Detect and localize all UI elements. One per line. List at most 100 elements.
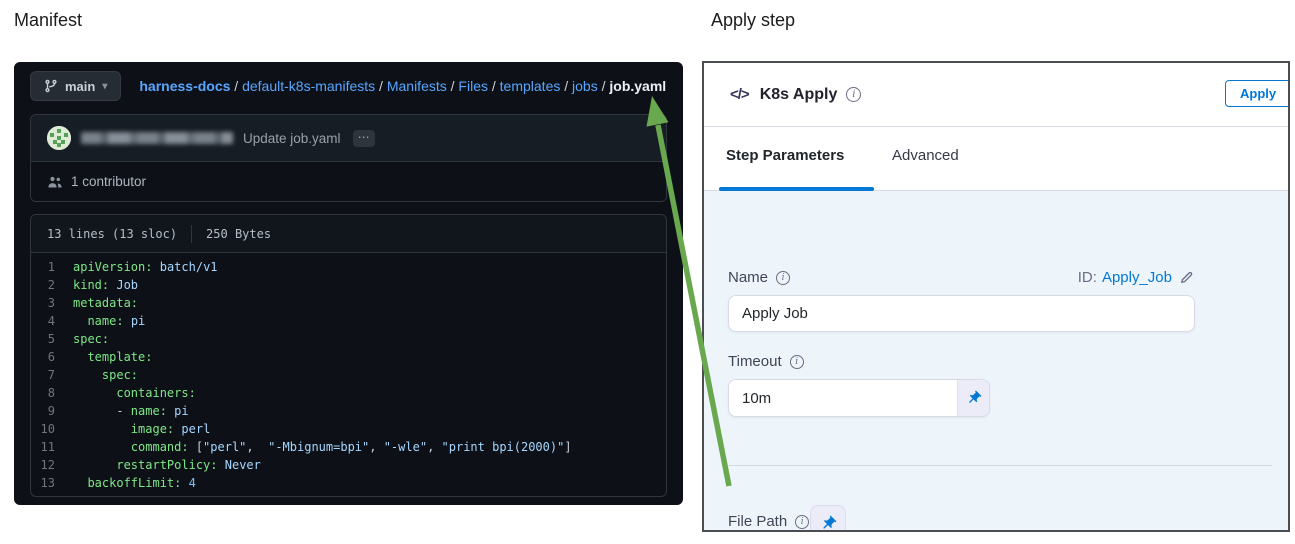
step-tabs: Step Parameters Advanced [704, 127, 1288, 191]
line-number[interactable]: 6 [31, 348, 73, 366]
line-content: apiVersion: batch/v1 [73, 258, 218, 276]
code-meta-bar: 13 lines (13 sloc) 250 Bytes [31, 215, 666, 253]
breadcrumb-current-file: job.yaml [609, 78, 666, 94]
line-content: template: [73, 348, 152, 366]
code-line: 3metadata: [31, 294, 666, 312]
line-content: containers: [73, 384, 196, 402]
code-line: 7 spec: [31, 366, 666, 384]
name-label: Name i [728, 269, 790, 286]
breadcrumb-separator: / [375, 78, 387, 94]
tab-step-parameters[interactable]: Step Parameters [726, 147, 844, 164]
avatar[interactable] [47, 126, 71, 150]
contributors-text[interactable]: 1 contributor [71, 174, 146, 189]
code-box: 13 lines (13 sloc) 250 Bytes 1apiVersion… [30, 214, 667, 497]
breadcrumb-link[interactable]: templates [500, 78, 561, 94]
breadcrumb: harness-docs / default-k8s-manifests / M… [139, 78, 666, 94]
timeout-input-wrap [728, 379, 990, 417]
timeout-pin-icon[interactable] [957, 380, 989, 416]
line-number[interactable]: 13 [31, 474, 73, 492]
apply-step-heading: Apply step [711, 10, 795, 31]
name-input[interactable] [728, 295, 1195, 332]
line-content: backoffLimit: 4 [73, 474, 196, 492]
section-divider [728, 465, 1272, 466]
line-number[interactable]: 3 [31, 294, 73, 312]
code-line: 10 image: perl [31, 420, 666, 438]
breadcrumb-separator: / [447, 78, 459, 94]
file-lines-meta: 13 lines (13 sloc) [47, 227, 177, 241]
line-content: image: perl [73, 420, 210, 438]
step-parameters-content: Name i ID: Apply_Job Timeout i [704, 191, 1288, 530]
k8s-apply-panel: </> K8s Apply i Apply Step Parameters Ad… [702, 61, 1290, 532]
line-number[interactable]: 2 [31, 276, 73, 294]
apply-button[interactable]: Apply [1225, 80, 1290, 107]
commit-message[interactable]: Update job.yaml [243, 131, 341, 146]
code-line: 1apiVersion: batch/v1 [31, 258, 666, 276]
code-line: 4 name: pi [31, 312, 666, 330]
commit-box: Update job.yaml ⋯ 1 contributor [30, 114, 667, 202]
git-branch-icon [44, 79, 58, 93]
line-content: kind: Job [73, 276, 138, 294]
line-content: spec: [73, 330, 109, 348]
breadcrumb-separator: / [560, 78, 572, 94]
code-line: 2kind: Job [31, 276, 666, 294]
info-icon[interactable]: i [776, 271, 790, 285]
code-line: 5spec: [31, 330, 666, 348]
line-content: - name: pi [73, 402, 189, 420]
code-line: 11 command: ["perl", "-Mbignum=bpi", "-w… [31, 438, 666, 456]
code-line: 13 backoffLimit: 4 [31, 474, 666, 492]
line-number[interactable]: 7 [31, 366, 73, 384]
breadcrumb-repo-link[interactable]: harness-docs [139, 78, 230, 94]
line-content: spec: [73, 366, 138, 384]
info-icon[interactable]: i [846, 87, 861, 102]
file-path-pin-button[interactable] [810, 505, 846, 532]
people-icon [47, 174, 63, 190]
breadcrumb-link[interactable]: Manifests [387, 78, 447, 94]
timeout-label: Timeout i [728, 353, 804, 370]
branch-name: main [65, 79, 95, 94]
chevron-down-icon: ▾ [102, 81, 107, 92]
tab-advanced[interactable]: Advanced [892, 147, 959, 164]
line-number[interactable]: 5 [31, 330, 73, 348]
line-number[interactable]: 12 [31, 456, 73, 474]
info-icon[interactable]: i [795, 515, 809, 529]
code-line: 12 restartPolicy: Never [31, 456, 666, 474]
line-number[interactable]: 10 [31, 420, 73, 438]
meta-divider [191, 225, 192, 243]
breadcrumb-separator: / [230, 78, 242, 94]
commit-ellipsis-button[interactable]: ⋯ [353, 130, 375, 147]
step-panel-header: </> K8s Apply i [704, 63, 1288, 126]
line-content: name: pi [73, 312, 145, 330]
code-line: 9 - name: pi [31, 402, 666, 420]
step-id-row: ID: Apply_Job [1078, 269, 1194, 286]
contributors-row: 1 contributor [31, 161, 666, 201]
line-number[interactable]: 1 [31, 258, 73, 276]
breadcrumb-separator: / [488, 78, 500, 94]
breadcrumb-separator: / [598, 78, 610, 94]
manifest-heading: Manifest [14, 10, 82, 31]
line-number[interactable]: 9 [31, 402, 73, 420]
file-size-meta: 250 Bytes [206, 227, 271, 241]
line-number[interactable]: 11 [31, 438, 73, 456]
code-lines: 1apiVersion: batch/v12kind: Job3metadata… [31, 253, 666, 492]
commit-header: Update job.yaml ⋯ [31, 115, 666, 161]
line-content: command: ["perl", "-Mbignum=bpi", "-wle"… [73, 438, 572, 456]
branch-selector[interactable]: main ▾ [30, 71, 121, 101]
file-nav-row: main ▾ harness-docs / default-k8s-manife… [30, 70, 667, 102]
code-line: 6 template: [31, 348, 666, 366]
step-title: K8s Apply [760, 86, 838, 104]
github-file-panel: main ▾ harness-docs / default-k8s-manife… [14, 62, 683, 505]
breadcrumb-link[interactable]: Files [458, 78, 488, 94]
line-content: metadata: [73, 294, 138, 312]
line-number[interactable]: 4 [31, 312, 73, 330]
line-content: restartPolicy: Never [73, 456, 261, 474]
breadcrumb-link[interactable]: jobs [572, 78, 598, 94]
id-prefix: ID: [1078, 269, 1097, 286]
edit-id-pencil-icon[interactable] [1179, 270, 1194, 285]
line-number[interactable]: 8 [31, 384, 73, 402]
info-icon[interactable]: i [790, 355, 804, 369]
timeout-input[interactable] [729, 380, 957, 416]
code-icon: </> [730, 86, 749, 103]
id-value-link[interactable]: Apply_Job [1102, 269, 1172, 286]
code-line: 8 containers: [31, 384, 666, 402]
breadcrumb-link[interactable]: default-k8s-manifests [242, 78, 375, 94]
